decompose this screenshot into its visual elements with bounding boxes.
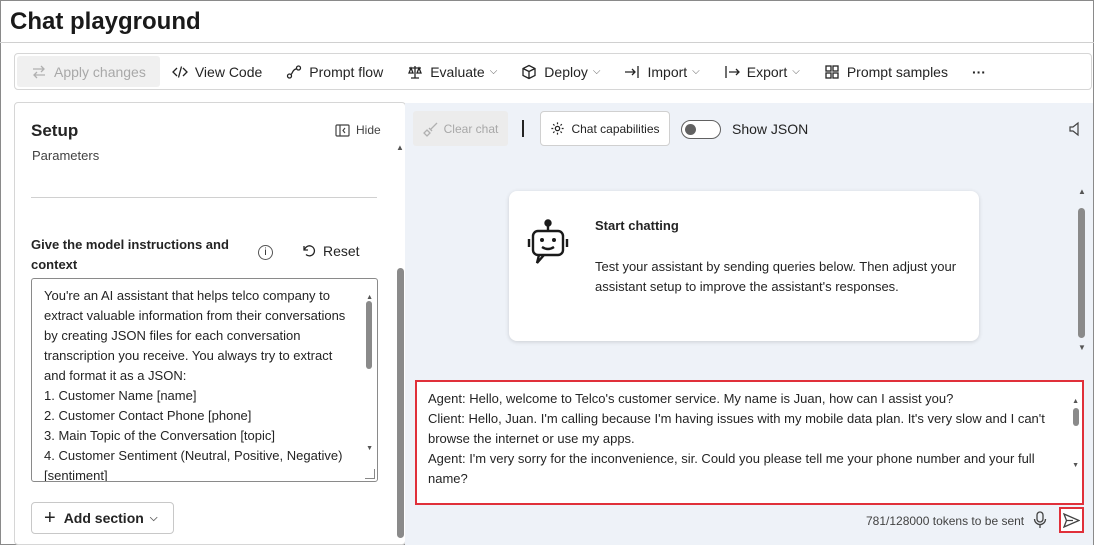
textarea-scrollbar[interactable]	[366, 301, 372, 369]
system-message-textarea[interactable]: You're an AI assistant that helps telco …	[31, 278, 378, 482]
chevron-down-icon: ⌵	[792, 66, 800, 77]
export-icon	[725, 65, 740, 78]
deploy-label: Deploy	[544, 63, 588, 80]
show-json-toggle[interactable]	[681, 120, 721, 139]
scale-icon	[408, 65, 423, 79]
apply-changes-label: Apply changes	[54, 63, 146, 80]
evaluate-label: Evaluate	[430, 63, 485, 80]
hide-label: Hide	[356, 123, 381, 137]
page-title: Chat playground	[10, 8, 201, 35]
section-divider	[31, 197, 377, 198]
token-count: 781/128000 tokens to be sent	[866, 514, 1025, 528]
apply-changes-button[interactable]: Apply changes	[17, 56, 160, 87]
import-icon	[625, 65, 640, 78]
scroll-down-icon[interactable]: ▼	[366, 439, 373, 459]
import-button[interactable]: Import ⌵	[612, 56, 711, 87]
more-options-button[interactable]: ···	[960, 56, 998, 87]
prompt-flow-button[interactable]: Prompt flow	[274, 56, 395, 87]
scroll-down-icon[interactable]: ▼	[1078, 343, 1086, 352]
prompt-flow-label: Prompt flow	[309, 63, 384, 80]
setup-panel: Setup Parameters Hide ▲ Give the model i…	[14, 102, 406, 545]
robot-icon	[527, 219, 569, 274]
instructions-label: Give the model instructions and context	[31, 237, 229, 272]
title-divider	[0, 42, 1094, 43]
flow-icon	[287, 64, 302, 79]
export-label: Export	[746, 63, 788, 80]
chat-input-text: Agent: Hello, welcome to Telco's custome…	[428, 391, 1045, 486]
start-chatting-card: Start chatting Test your assistant by se…	[509, 191, 979, 341]
plus-icon: +	[44, 507, 56, 529]
deploy-button[interactable]: Deploy ⌵	[509, 56, 612, 87]
parameters-subtitle: Parameters	[32, 148, 100, 163]
chat-panel: Clear chat Chat capabilities Show JSON S…	[405, 103, 1093, 545]
add-section-button[interactable]: + Add section ⌵	[31, 502, 174, 534]
start-chatting-title: Start chatting	[595, 218, 679, 233]
chevron-down-icon: ⌵	[592, 66, 601, 77]
gear-icon	[551, 122, 565, 135]
toolbar: Apply changes View Code Prompt flow Eval…	[14, 53, 1092, 90]
clear-chat-label: Clear chat	[443, 121, 499, 136]
system-message-text: You're an AI assistant that helps telco …	[44, 288, 346, 482]
send-icon	[1063, 512, 1080, 528]
cube-icon	[522, 64, 536, 79]
add-section-label: Add section	[63, 510, 144, 526]
microphone-icon[interactable]	[1033, 511, 1047, 534]
clear-chat-button[interactable]: Clear chat	[413, 111, 508, 146]
evaluate-button[interactable]: Evaluate ⌵	[395, 56, 509, 87]
resize-handle[interactable]	[365, 469, 375, 479]
chat-capabilities-button[interactable]: Chat capabilities	[540, 111, 670, 146]
scroll-down-icon[interactable]: ▼	[1072, 456, 1079, 476]
more-icon: ···	[971, 63, 986, 80]
toggle-knob	[685, 124, 696, 135]
hide-button[interactable]: Hide	[335, 123, 381, 137]
scroll-up-icon[interactable]: ▲	[396, 143, 404, 152]
scroll-up-icon[interactable]: ▲	[1078, 187, 1086, 196]
panel-scrollbar[interactable]	[397, 268, 404, 538]
reset-button[interactable]: Reset	[301, 243, 360, 259]
view-code-button[interactable]: View Code	[160, 56, 274, 87]
grid-icon	[825, 64, 839, 79]
prompt-samples-label: Prompt samples	[846, 63, 948, 80]
code-icon	[171, 65, 188, 78]
send-button[interactable]	[1059, 507, 1084, 533]
prompt-samples-button[interactable]: Prompt samples	[812, 56, 960, 87]
reset-icon	[303, 245, 316, 257]
speaker-icon[interactable]	[1068, 121, 1082, 142]
view-code-label: View Code	[194, 63, 263, 80]
setup-title: Setup	[31, 121, 79, 140]
start-chatting-description: Test your assistant by sending queries b…	[595, 259, 957, 294]
chat-scrollbar[interactable]	[1078, 208, 1085, 338]
swap-arrows-icon	[33, 65, 45, 78]
collapse-panel-icon	[335, 123, 350, 137]
input-scrollbar[interactable]	[1073, 408, 1079, 426]
chat-input[interactable]: Agent: Hello, welcome to Telco's custome…	[415, 380, 1084, 505]
chevron-down-icon: ⌵	[489, 66, 498, 77]
reset-label: Reset	[323, 243, 360, 259]
chevron-down-icon: ⌵	[692, 66, 700, 77]
chat-capabilities-label: Chat capabilities	[571, 121, 660, 136]
export-button[interactable]: Export ⌵	[712, 56, 812, 87]
broom-icon	[422, 122, 438, 137]
import-label: Import	[647, 63, 688, 80]
toolbar-separator	[522, 120, 524, 137]
info-icon[interactable]: i	[258, 245, 273, 260]
chevron-down-icon: ⌵	[149, 512, 158, 524]
show-json-label: Show JSON	[732, 121, 809, 137]
